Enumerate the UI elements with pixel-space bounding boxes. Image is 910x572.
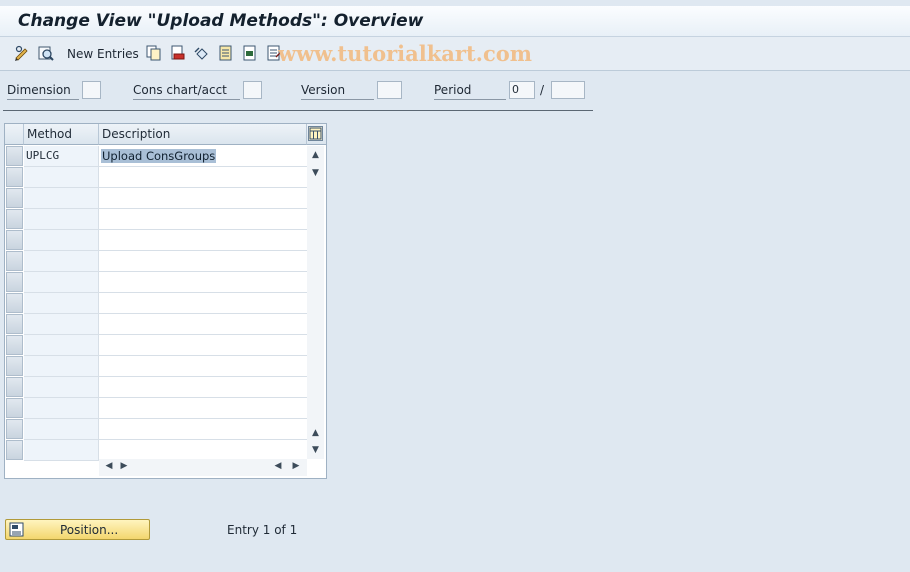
empty-description-cell[interactable]: [99, 314, 307, 335]
period-label-underline: [434, 99, 506, 100]
empty-method-cell[interactable]: [24, 167, 99, 188]
scroll-far-left-icon[interactable]: ◀: [271, 459, 285, 474]
scroll-down-icon[interactable]: ▼: [307, 166, 324, 180]
period-separator: /: [540, 83, 545, 97]
empty-method-cell[interactable]: [24, 272, 99, 293]
methods-table: Method Description UPLCG Upload ConsGroup…: [4, 123, 327, 479]
empty-description-cell[interactable]: [99, 188, 307, 209]
application-toolbar: New Entries www.tutorialkart.com: [0, 37, 910, 71]
dimension-field[interactable]: [82, 81, 101, 99]
row-selector[interactable]: [6, 209, 23, 229]
fiscal-year-field[interactable]: [551, 81, 585, 99]
horizontal-scrollbar[interactable]: ◀ ▶ ◀ ▶: [99, 459, 307, 476]
empty-method-cell[interactable]: [24, 398, 99, 419]
row-selector[interactable]: [6, 314, 23, 334]
row-selector[interactable]: [6, 293, 23, 313]
description-text: Upload ConsGroups: [101, 149, 217, 163]
row-selector[interactable]: [6, 251, 23, 271]
version-label: Version: [301, 83, 346, 97]
empty-method-cell[interactable]: [24, 335, 99, 356]
empty-method-cell[interactable]: [24, 419, 99, 440]
select-all-icon[interactable]: [218, 45, 234, 61]
page-up-icon[interactable]: ▲: [307, 426, 324, 440]
display-change-icon[interactable]: [14, 45, 30, 61]
empty-method-cell[interactable]: [24, 230, 99, 251]
empty-description-cell[interactable]: [99, 398, 307, 419]
scroll-right-icon[interactable]: ▶: [117, 459, 131, 474]
empty-method-cell[interactable]: [24, 209, 99, 230]
cons-chart-field[interactable]: [243, 81, 262, 99]
dimension-label-underline: [7, 99, 79, 100]
row-selector[interactable]: [6, 230, 23, 250]
empty-description-cell[interactable]: [99, 167, 307, 188]
empty-description-cell[interactable]: [99, 356, 307, 377]
empty-description-cell[interactable]: [99, 230, 307, 251]
select-block-icon[interactable]: [242, 45, 258, 61]
empty-description-cell[interactable]: [99, 209, 307, 230]
position-button[interactable]: Position...: [5, 519, 150, 540]
scroll-left-icon[interactable]: ◀: [102, 459, 116, 474]
row-selector[interactable]: [6, 167, 23, 187]
empty-description-cell[interactable]: [99, 440, 307, 461]
empty-method-cell[interactable]: [24, 440, 99, 461]
empty-method-cell[interactable]: [24, 293, 99, 314]
empty-method-cell[interactable]: [24, 251, 99, 272]
title-bar: Change View "Upload Methods": Overview: [0, 6, 910, 37]
row-selector[interactable]: [6, 419, 23, 439]
entry-counter: Entry 1 of 1: [227, 523, 298, 537]
cons-chart-label: Cons chart/acct: [133, 83, 227, 97]
empty-method-cell[interactable]: [24, 188, 99, 209]
empty-method-cell[interactable]: [24, 377, 99, 398]
page-title: Change View "Upload Methods": Overview: [18, 11, 424, 31]
scroll-up-icon[interactable]: ▲: [307, 148, 324, 162]
select-all-rows-button[interactable]: [5, 124, 24, 145]
undo-icon[interactable]: [194, 45, 210, 61]
new-entries-button[interactable]: New Entries: [67, 47, 139, 61]
row-selector[interactable]: [6, 335, 23, 355]
table-settings-icon[interactable]: [308, 126, 323, 141]
page-down-icon[interactable]: ▼: [307, 443, 324, 457]
header-separator: [3, 110, 593, 111]
table-settings-area: [307, 124, 326, 145]
period-label: Period: [434, 83, 472, 97]
version-field[interactable]: [377, 81, 402, 99]
row-selector[interactable]: [6, 188, 23, 208]
empty-description-cell[interactable]: [99, 377, 307, 398]
dimension-label: Dimension: [7, 83, 71, 97]
cons-chart-label-underline: [133, 99, 240, 100]
column-header-method[interactable]: Method: [24, 124, 99, 145]
position-icon: [9, 522, 24, 537]
row-selector[interactable]: [6, 272, 23, 292]
row-selector[interactable]: [6, 377, 23, 397]
empty-description-cell[interactable]: [99, 251, 307, 272]
vertical-scrollbar[interactable]: ▲ ▼ ▲ ▼: [307, 146, 324, 459]
position-button-label: Position...: [60, 523, 119, 537]
empty-method-cell[interactable]: [24, 314, 99, 335]
row-selector[interactable]: [6, 146, 23, 166]
empty-description-cell[interactable]: [99, 272, 307, 293]
row-selector[interactable]: [6, 356, 23, 376]
details-icon[interactable]: [38, 45, 54, 61]
description-cell[interactable]: Upload ConsGroups: [99, 146, 307, 167]
empty-description-cell[interactable]: [99, 419, 307, 440]
empty-description-cell[interactable]: [99, 293, 307, 314]
column-header-description[interactable]: Description: [99, 124, 307, 145]
copy-icon[interactable]: [146, 45, 162, 61]
empty-description-cell[interactable]: [99, 335, 307, 356]
method-cell[interactable]: UPLCG: [24, 146, 99, 167]
row-selector[interactable]: [6, 440, 23, 460]
version-label-underline: [301, 99, 374, 100]
empty-method-cell[interactable]: [24, 356, 99, 377]
watermark: www.tutorialkart.com: [278, 41, 532, 66]
scroll-far-right-icon[interactable]: ▶: [289, 459, 303, 474]
delete-icon[interactable]: [170, 45, 186, 61]
period-field[interactable]: 0: [509, 81, 535, 99]
row-selector[interactable]: [6, 398, 23, 418]
